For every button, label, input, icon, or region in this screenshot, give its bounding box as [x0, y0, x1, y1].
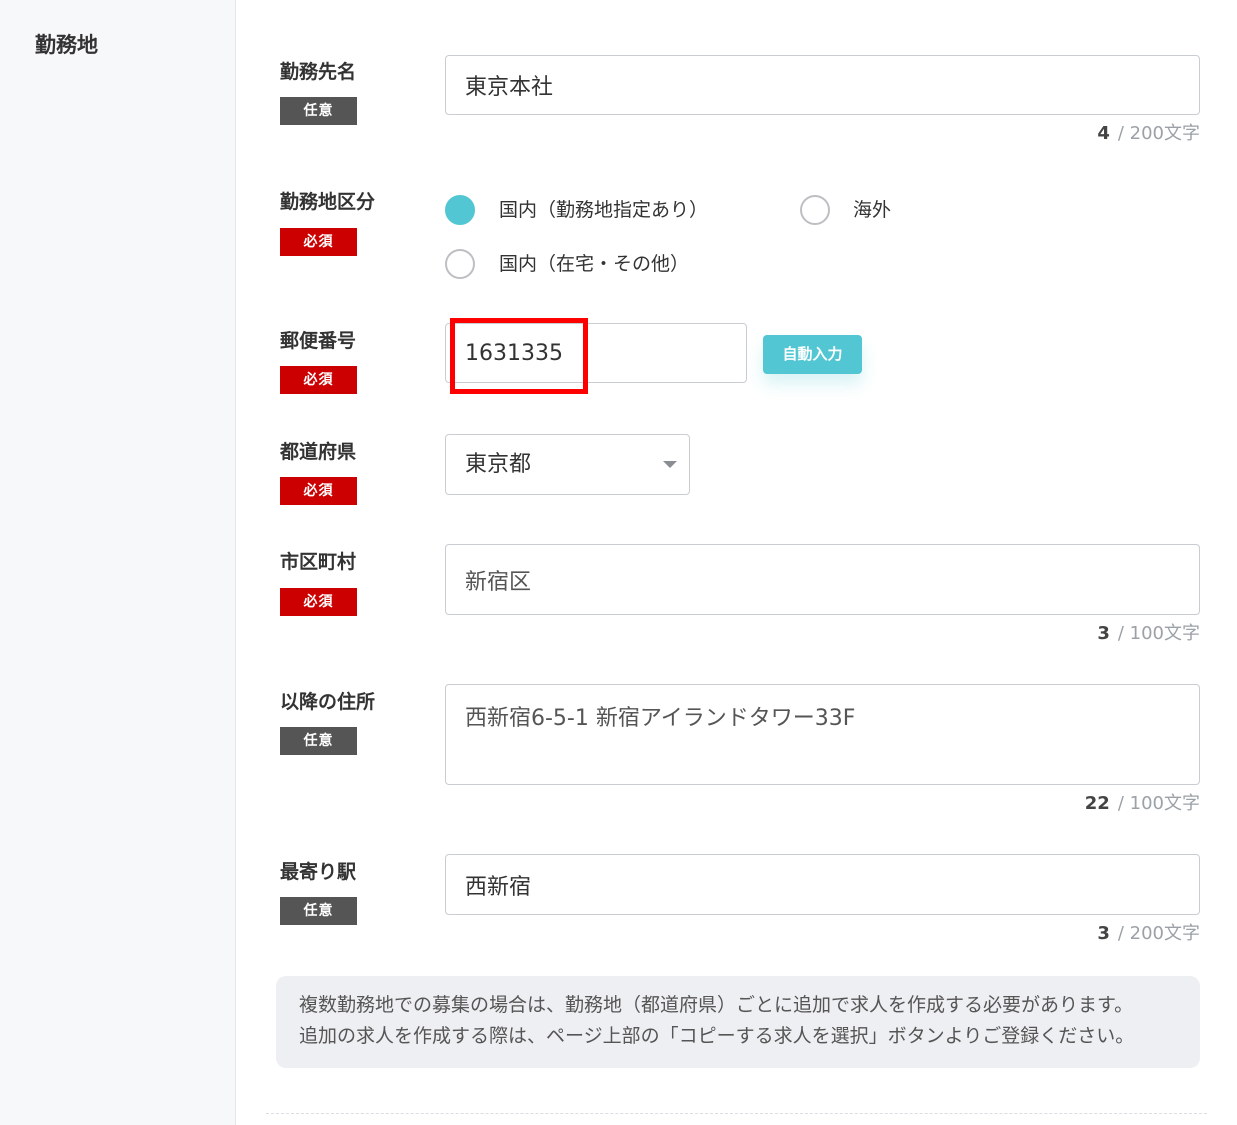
char-count: 22 — [1084, 793, 1110, 814]
radio-circle[interactable] — [445, 195, 475, 225]
work-location-form-page: 勤務地 勤務先名 任意 4 / 200文字 勤務地区分 必須 国内（勤務地指定あり… — [0, 0, 1237, 1125]
section-divider — [266, 1113, 1207, 1114]
radio-circle[interactable] — [445, 249, 475, 279]
nearest-station-char-counter: 3 / 200文字 — [1097, 922, 1200, 946]
radio-label: 国内（在宅・その他） — [499, 253, 690, 275]
optional-badge: 任意 — [280, 727, 357, 755]
location-type-label: 勤務地区分 — [280, 191, 376, 213]
optional-badge: 任意 — [280, 97, 357, 125]
address-char-counter: 22 / 100文字 — [1085, 792, 1200, 816]
address-textarea[interactable]: 西新宿6-5-1 新宿アイランドタワー33F — [445, 684, 1200, 785]
prefecture-select[interactable]: 東京都 — [445, 434, 690, 495]
radio-circle[interactable] — [800, 195, 830, 225]
optional-badge: 任意 — [280, 897, 357, 925]
required-badge: 必須 — [280, 477, 357, 505]
char-limit: / 100文字 — [1117, 793, 1200, 814]
nearest-station-label: 最寄り駅 — [280, 861, 357, 883]
char-limit: / 100文字 — [1117, 623, 1200, 644]
caret-down-icon — [663, 461, 677, 468]
workplace-name-input[interactable] — [445, 55, 1200, 115]
char-limit: / 200文字 — [1117, 123, 1200, 144]
city-label: 市区町村 — [280, 551, 357, 573]
prefecture-selected-value: 東京都 — [465, 452, 532, 477]
address-label: 以降の住所 — [280, 691, 376, 713]
radio-domestic-remote-other[interactable]: 国内（在宅・その他） — [445, 249, 689, 279]
required-badge: 必須 — [280, 588, 357, 616]
char-limit: / 200文字 — [1117, 923, 1200, 944]
postal-code-label: 郵便番号 — [280, 330, 357, 352]
radio-overseas[interactable]: 海外 — [800, 195, 891, 225]
postal-code-input[interactable] — [445, 323, 747, 383]
radio-label: 海外 — [853, 199, 892, 221]
note-line: 複数勤務地での募集の場合は、勤務地（都道府県）ごとに追加で求人を作成する必要があ… — [299, 994, 1134, 1016]
city-char-counter: 3 / 100文字 — [1097, 622, 1200, 646]
char-count: 3 — [1097, 923, 1110, 944]
section-title: 勤務地 — [35, 33, 98, 57]
nearest-station-input[interactable] — [445, 854, 1200, 915]
required-badge: 必須 — [280, 228, 357, 256]
note-line: 追加の求人を作成する際は、ページ上部の「コピーする求人を選択」ボタンよりご登録く… — [299, 1025, 1135, 1047]
required-badge: 必須 — [280, 366, 357, 394]
prefecture-label: 都道府県 — [280, 441, 357, 463]
char-count: 3 — [1097, 623, 1110, 644]
section-sidebar: 勤務地 — [0, 0, 236, 1125]
radio-domestic-specified[interactable]: 国内（勤務地指定あり） — [445, 195, 708, 225]
auto-fill-button[interactable]: 自動入力 — [763, 335, 862, 374]
workplace-name-label: 勤務先名 — [280, 61, 357, 83]
radio-label: 国内（勤務地指定あり） — [499, 199, 709, 221]
multi-location-note: 複数勤務地での募集の場合は、勤務地（都道府県）ごとに追加で求人を作成する必要があ… — [276, 976, 1200, 1068]
city-input[interactable] — [445, 544, 1200, 615]
workplace-name-char-counter: 4 / 200文字 — [1097, 122, 1200, 146]
char-count: 4 — [1097, 123, 1110, 144]
